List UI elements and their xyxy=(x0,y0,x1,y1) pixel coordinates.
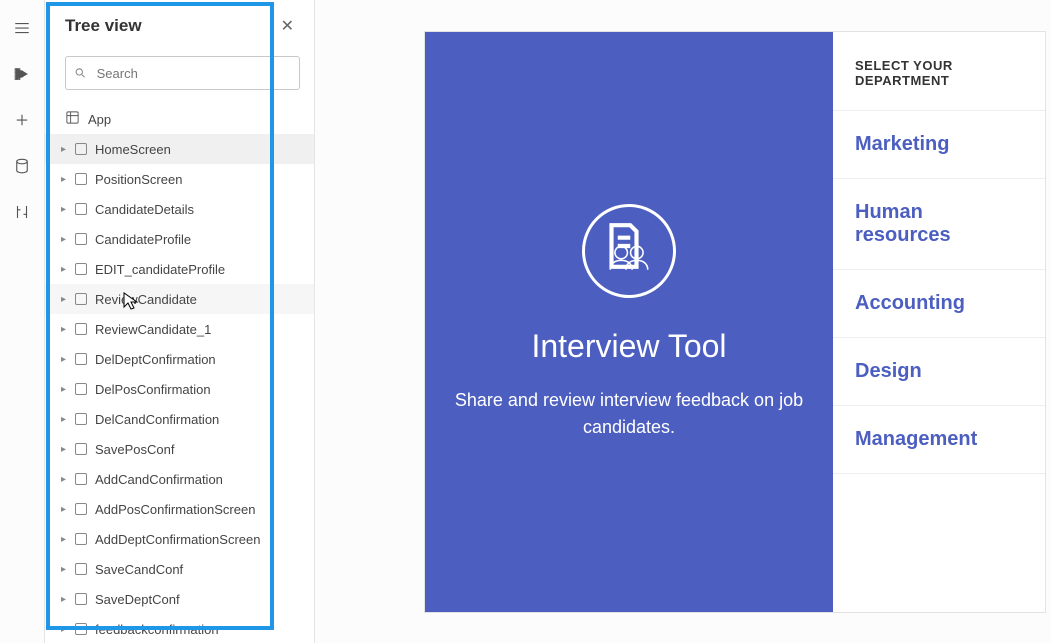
tree-screen-SaveCandConf[interactable]: ▸ SaveCandConf xyxy=(45,554,314,584)
screen-icon xyxy=(75,143,87,155)
tree-screen-ReviewCandidate_1[interactable]: ▸ ReviewCandidate_1 xyxy=(45,314,314,344)
preview-hero: Interview Tool Share and review intervie… xyxy=(425,32,833,612)
screen-icon xyxy=(75,203,87,215)
chevron-right-icon: ▸ xyxy=(61,534,71,545)
screen-icon xyxy=(75,623,87,635)
data-icon[interactable] xyxy=(12,156,32,176)
left-rail xyxy=(0,0,45,643)
interview-tool-icon xyxy=(582,204,676,298)
department-item[interactable]: Accounting xyxy=(833,270,1045,338)
chevron-right-icon: ▸ xyxy=(61,414,71,425)
chevron-right-icon: ▸ xyxy=(61,294,71,305)
chevron-right-icon: ▸ xyxy=(61,144,71,155)
department-item[interactable]: Design xyxy=(833,338,1045,406)
screen-label: AddDeptConfirmationScreen xyxy=(95,532,260,547)
tree-screen-CandidateProfile[interactable]: ▸ CandidateProfile xyxy=(45,224,314,254)
department-item[interactable]: Marketing xyxy=(833,111,1045,179)
tree-screen-HomeScreen[interactable]: ▸HomeScreen··· xyxy=(45,134,314,164)
chevron-right-icon: ▸ xyxy=(61,324,71,335)
screen-icon xyxy=(75,233,87,245)
tree-view-title: Tree view xyxy=(65,16,142,36)
screen-icon xyxy=(75,383,87,395)
screen-label: DelDeptConfirmation xyxy=(95,352,216,367)
search-input[interactable] xyxy=(95,65,291,82)
search-box[interactable] xyxy=(65,56,300,90)
screen-icon xyxy=(75,563,87,575)
screen-icon xyxy=(75,533,87,545)
screen-icon xyxy=(75,263,87,275)
chevron-right-icon: ▸ xyxy=(61,444,71,455)
tree-screen-AddCandConfirmation[interactable]: ▸ AddCandConfirmation xyxy=(45,464,314,494)
tree-screen-SaveDeptConf[interactable]: ▸ SaveDeptConf xyxy=(45,584,314,614)
tree-screen-EDIT_candidateProfile[interactable]: ▸ EDIT_candidateProfile xyxy=(45,254,314,284)
screen-label: DelCandConfirmation xyxy=(95,412,219,427)
select-department-header: SELECT YOUR DEPARTMENT xyxy=(833,32,1045,111)
screen-icon xyxy=(75,293,87,305)
tree-screen-DelCandConfirmation[interactable]: ▸ DelCandConfirmation xyxy=(45,404,314,434)
chevron-right-icon: ▸ xyxy=(61,204,71,215)
tree-list: App ▸HomeScreen···▸PositionScreen▸Candid… xyxy=(45,100,314,643)
screen-label: CandidateProfile xyxy=(95,232,191,247)
screen-label: CandidateDetails xyxy=(95,202,194,217)
tree-screen-SavePosConf[interactable]: ▸ SavePosConf xyxy=(45,434,314,464)
chevron-right-icon: ▸ xyxy=(61,564,71,575)
chevron-right-icon: ▸ xyxy=(61,264,71,275)
screen-icon xyxy=(75,353,87,365)
screen-icon xyxy=(75,413,87,425)
preview-title: Interview Tool xyxy=(531,328,726,365)
tree-screen-ReviewCandidate[interactable]: ▸ReviewCandidate··· xyxy=(45,284,314,314)
preview-department-list: SELECT YOUR DEPARTMENT MarketingHuman re… xyxy=(833,32,1045,612)
close-icon[interactable]: ✕ xyxy=(275,12,300,40)
chevron-right-icon: ▸ xyxy=(61,474,71,485)
tree-screen-DelPosConfirmation[interactable]: ▸ DelPosConfirmation xyxy=(45,374,314,404)
hamburger-icon[interactable] xyxy=(12,18,32,38)
screen-label: EDIT_candidateProfile xyxy=(95,262,225,277)
screen-label: AddPosConfirmationScreen xyxy=(95,502,255,517)
screen-label: feedbackconfirmation xyxy=(95,622,219,637)
screen-label: PositionScreen xyxy=(95,172,182,187)
tree-screen-AddPosConfirmationScreen[interactable]: ▸ AddPosConfirmationScreen xyxy=(45,494,314,524)
screen-label: SaveDeptConf xyxy=(95,592,180,607)
tree-view-icon[interactable] xyxy=(12,64,32,84)
chevron-right-icon: ▸ xyxy=(61,594,71,605)
tree-screen-feedbackconfirmation[interactable]: ▸ feedbackconfirmation xyxy=(45,614,314,643)
preview-subtitle: Share and review interview feedback on j… xyxy=(453,387,805,439)
screen-label: SaveCandConf xyxy=(95,562,183,577)
chevron-right-icon: ▸ xyxy=(61,234,71,245)
settings-icon[interactable] xyxy=(12,202,32,222)
chevron-right-icon: ▸ xyxy=(61,354,71,365)
chevron-right-icon: ▸ xyxy=(61,624,71,635)
insert-icon[interactable] xyxy=(12,110,32,130)
department-item[interactable]: Management xyxy=(833,406,1045,474)
screen-label: AddCandConfirmation xyxy=(95,472,223,487)
tree-screen-DelDeptConfirmation[interactable]: ▸ DelDeptConfirmation xyxy=(45,344,314,374)
tree-app-node[interactable]: App xyxy=(45,104,314,134)
tree-screen-PositionScreen[interactable]: ▸ PositionScreen xyxy=(45,164,314,194)
tree-view-panel: Tree view ✕ App ▸HomeScreen···▸PositionS… xyxy=(45,0,315,643)
chevron-right-icon: ▸ xyxy=(61,384,71,395)
screen-icon xyxy=(75,593,87,605)
app-label: App xyxy=(88,112,111,127)
document-icon xyxy=(599,221,649,271)
tree-screen-CandidateDetails[interactable]: ▸ CandidateDetails xyxy=(45,194,314,224)
screen-icon xyxy=(75,173,87,185)
chevron-right-icon: ▸ xyxy=(61,174,71,185)
screen-icon xyxy=(75,503,87,515)
screen-icon xyxy=(75,443,87,455)
screen-label: HomeScreen xyxy=(95,142,171,157)
search-icon xyxy=(74,66,87,80)
app-icon xyxy=(65,110,80,128)
screen-label: ReviewCandidate xyxy=(95,292,197,307)
screen-label: DelPosConfirmation xyxy=(95,382,211,397)
chevron-right-icon: ▸ xyxy=(61,504,71,515)
app-preview: Interview Tool Share and review intervie… xyxy=(425,32,1045,612)
screen-label: SavePosConf xyxy=(95,442,175,457)
screen-icon xyxy=(75,473,87,485)
canvas-area: Interview Tool Share and review intervie… xyxy=(315,0,1051,643)
tree-screen-AddDeptConfirmationScreen[interactable]: ▸ AddDeptConfirmationScreen xyxy=(45,524,314,554)
screen-label: ReviewCandidate_1 xyxy=(95,322,211,337)
screen-icon xyxy=(75,323,87,335)
department-item[interactable]: Human resources xyxy=(833,179,1045,270)
